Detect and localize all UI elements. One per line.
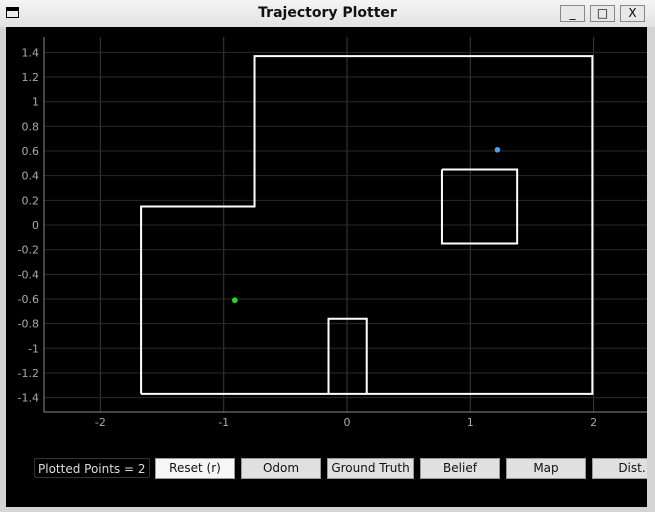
maximize-button[interactable]: □ — [590, 5, 615, 22]
plot-window-content: -2 -1 0 1 2 1.4 1.2 1 0.8 0.6 0.4 0.2 0 -0.2 -0.4 -0.6 -… — [6, 27, 647, 507]
y-tick-label: -1.4 — [18, 392, 39, 405]
x-tick-label: 1 — [467, 416, 474, 429]
y-tick-label: 0.6 — [22, 145, 40, 158]
belief-button[interactable]: Belief — [420, 458, 500, 479]
ground-truth-button[interactable]: Ground Truth — [327, 458, 414, 479]
y-tick-label: 0.4 — [22, 170, 40, 183]
x-tick-label: -2 — [95, 416, 106, 429]
y-tick-label: 1.2 — [22, 71, 40, 84]
y-tick-label: 0 — [32, 219, 39, 232]
map-wall — [327, 317, 368, 394]
y-tick-label: 1 — [32, 96, 39, 109]
trajectory-plot[interactable]: -2 -1 0 1 2 1.4 1.2 1 0.8 0.6 0.4 0.2 0 -0.2 -0.4 -0.6 -… — [6, 27, 647, 507]
trajectory-point — [494, 146, 501, 153]
title-bar: Trajectory Plotter _ □ X — [0, 0, 655, 27]
y-tick-label: -1 — [28, 342, 39, 355]
reset-button[interactable]: Reset (r) — [155, 458, 235, 479]
window-title: Trajectory Plotter — [258, 5, 397, 21]
map-wall — [440, 168, 519, 245]
trajectory-point — [231, 297, 238, 304]
x-tick-label: 2 — [590, 416, 597, 429]
y-tick-label: -1.2 — [18, 367, 39, 380]
y-tick-label: -0.2 — [18, 244, 39, 257]
y-tick-label: 0.8 — [22, 120, 40, 133]
map-button[interactable]: Map — [506, 458, 586, 479]
y-tick-label: 0.2 — [22, 194, 40, 207]
x-tick-label: 0 — [344, 416, 351, 429]
y-tick-label: -0.8 — [18, 318, 39, 331]
dist-button[interactable]: Dist. — [592, 458, 647, 479]
y-tick-label: 1.4 — [22, 46, 40, 59]
y-tick-label: -0.6 — [18, 293, 39, 306]
minimize-button[interactable]: _ — [560, 5, 585, 22]
y-tick-label: -0.4 — [18, 268, 39, 281]
odom-button[interactable]: Odom — [241, 458, 321, 479]
x-tick-label: -1 — [218, 416, 229, 429]
close-button[interactable]: X — [620, 5, 645, 22]
plotted-points-status: Plotted Points = 2 — [34, 458, 150, 478]
